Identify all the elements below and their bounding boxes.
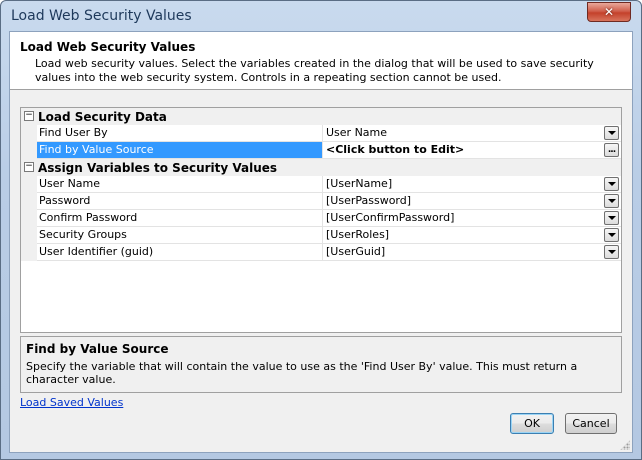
property-value[interactable]: <Click button to Edit> ... <box>323 142 621 159</box>
help-panel: Find by Value Source Specify the variabl… <box>20 336 622 393</box>
property-value[interactable]: [UserRoles] <box>323 227 621 244</box>
category-assign-variables[interactable]: − Assign Variables to Security Values <box>21 159 621 176</box>
dropdown-button[interactable] <box>604 228 619 242</box>
property-value[interactable]: [UserGuid] <box>323 244 621 261</box>
dialog-window: Load Web Security Values ✕ Load Web Secu… <box>0 0 642 460</box>
property-value-text: [UserRoles] <box>326 228 390 241</box>
row-gutter <box>21 244 37 261</box>
help-title: Find by Value Source <box>26 342 169 356</box>
category-label: Assign Variables to Security Values <box>38 161 278 175</box>
property-value[interactable]: [UserConfirmPassword] <box>323 210 621 227</box>
property-value-text: <Click button to Edit> <box>326 143 465 156</box>
ok-button[interactable]: OK <box>510 413 554 434</box>
collapse-icon[interactable]: − <box>24 162 34 172</box>
cancel-button[interactable]: Cancel <box>565 413 617 434</box>
row-gutter <box>21 227 37 244</box>
close-button[interactable]: ✕ <box>587 2 631 22</box>
chevron-down-icon <box>607 182 616 186</box>
dropdown-button[interactable] <box>604 126 619 140</box>
header-description: Load web security values. Select the var… <box>35 57 594 84</box>
property-row-find-by-value-source[interactable]: Find by Value Source <Click button to Ed… <box>21 142 621 159</box>
property-value-text: [UserPassword] <box>326 194 412 207</box>
row-gutter <box>21 193 37 210</box>
property-name[interactable]: Find User By <box>37 125 323 142</box>
resize-grip-icon[interactable] <box>620 440 630 450</box>
property-name[interactable]: User Identifier (guid) <box>37 244 323 261</box>
ellipsis-button[interactable]: ... <box>604 143 619 157</box>
property-value-text: [UserName] <box>326 177 393 190</box>
close-icon: ✕ <box>603 5 615 19</box>
dropdown-button[interactable] <box>604 245 619 259</box>
property-row-security-groups[interactable]: Security Groups [UserRoles] <box>21 227 621 244</box>
chevron-down-icon <box>607 233 616 237</box>
row-gutter <box>21 176 37 193</box>
dialog-client-area: Load Web Security Values Load web securi… <box>9 31 633 453</box>
chevron-down-icon <box>607 250 616 254</box>
property-row-find-user-by[interactable]: Find User By User Name <box>21 125 621 142</box>
property-row-user-name[interactable]: User Name [UserName] <box>21 176 621 193</box>
dropdown-button[interactable] <box>604 177 619 191</box>
chevron-down-icon <box>607 216 616 220</box>
header-title: Load Web Security Values <box>20 40 196 54</box>
title-bar[interactable]: Load Web Security Values ✕ <box>1 1 641 31</box>
dropdown-button[interactable] <box>604 211 619 225</box>
row-gutter <box>21 142 37 159</box>
category-load-security-data[interactable]: − Load Security Data <box>21 108 621 125</box>
property-value[interactable]: [UserName] <box>323 176 621 193</box>
property-value[interactable]: User Name <box>323 125 621 142</box>
property-name[interactable]: Password <box>37 193 323 210</box>
header-panel: Load Web Security Values Load web securi… <box>10 32 632 90</box>
load-saved-values-link[interactable]: Load Saved Values <box>20 396 123 409</box>
help-description: Specify the variable that will contain t… <box>26 360 578 386</box>
property-value-text: User Name <box>326 126 388 139</box>
dropdown-button[interactable] <box>604 194 619 208</box>
chevron-down-icon <box>607 131 616 135</box>
window-title: Load Web Security Values <box>11 8 192 24</box>
property-row-confirm-password[interactable]: Confirm Password [UserConfirmPassword] <box>21 210 621 227</box>
property-value-text: [UserConfirmPassword] <box>326 211 455 224</box>
property-row-password[interactable]: Password [UserPassword] <box>21 193 621 210</box>
property-value-text: [UserGuid] <box>326 245 386 258</box>
row-gutter <box>21 125 37 142</box>
property-name[interactable]: Confirm Password <box>37 210 323 227</box>
chevron-down-icon <box>607 199 616 203</box>
row-gutter <box>21 210 37 227</box>
property-name[interactable]: User Name <box>37 176 323 193</box>
property-value[interactable]: [UserPassword] <box>323 193 621 210</box>
property-row-user-identifier[interactable]: User Identifier (guid) [UserGuid] <box>21 244 621 261</box>
category-label: Load Security Data <box>38 110 167 124</box>
property-grid: − Load Security Data Find User By User N… <box>20 107 622 333</box>
property-name[interactable]: Security Groups <box>37 227 323 244</box>
property-name[interactable]: Find by Value Source <box>37 142 323 159</box>
collapse-icon[interactable]: − <box>24 111 34 121</box>
